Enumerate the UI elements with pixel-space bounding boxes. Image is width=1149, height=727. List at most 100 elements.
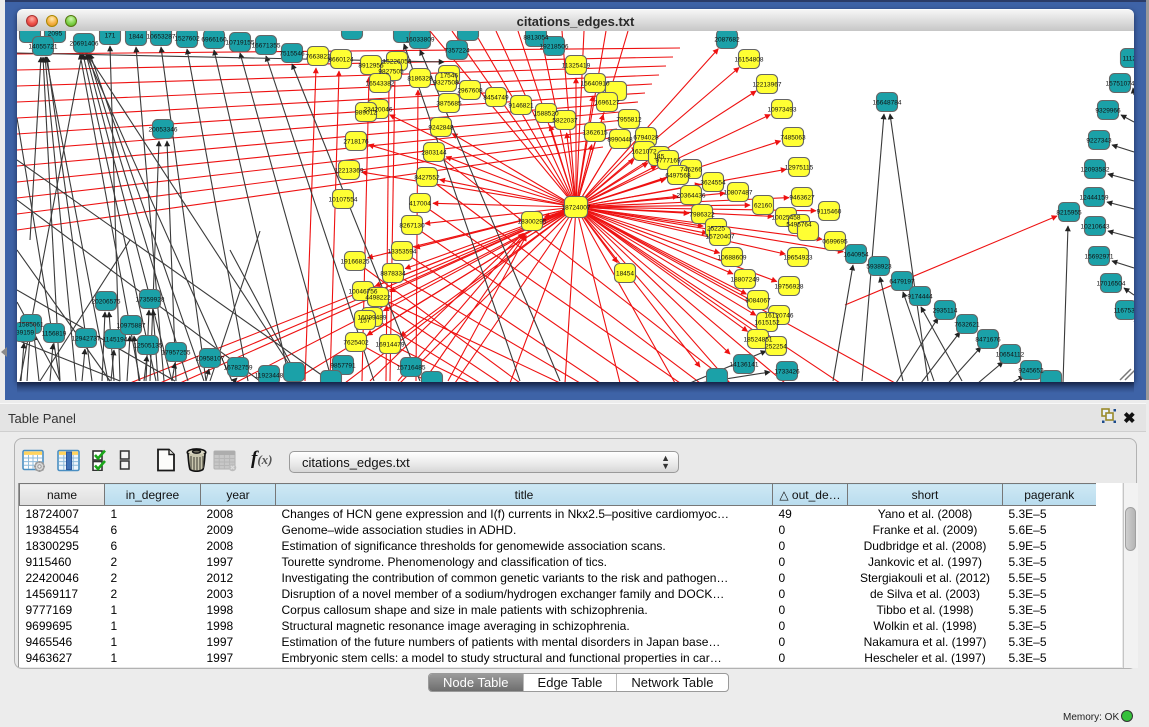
svg-text:252254: 252254 [765, 344, 787, 351]
svg-text:7663822: 7663822 [305, 54, 331, 61]
svg-text:12213967: 12213967 [753, 82, 782, 89]
svg-text:20691406: 20691406 [70, 41, 99, 48]
svg-text:3875685: 3875685 [436, 101, 462, 108]
svg-text:157: 157 [360, 318, 371, 325]
svg-text:8215955: 8215955 [1056, 210, 1082, 217]
svg-text:19166825: 19166825 [341, 259, 370, 266]
svg-text:7955812: 7955812 [616, 117, 642, 124]
svg-text:12213369: 12213369 [335, 168, 364, 175]
svg-text:15640910: 15640910 [581, 81, 610, 88]
svg-text:1362615: 1362615 [582, 130, 608, 137]
svg-text:25225: 25225 [707, 226, 725, 233]
svg-text:18807249: 18807249 [731, 277, 760, 284]
svg-text:10210643: 10210643 [1081, 224, 1110, 231]
svg-text:11325419: 11325419 [562, 63, 591, 70]
svg-text:15716485: 15716485 [397, 365, 426, 372]
svg-text:18524851: 18524851 [744, 337, 773, 344]
svg-text:8813054: 8813054 [523, 35, 549, 42]
svg-text:9827505: 9827505 [378, 69, 404, 76]
svg-text:9857791: 9857791 [330, 363, 356, 370]
svg-text:16154808: 16154808 [735, 57, 764, 64]
svg-text:16120746: 16120746 [765, 313, 794, 320]
svg-text:17359928: 17359928 [136, 297, 165, 304]
svg-text:15751074: 15751074 [1106, 81, 1134, 88]
svg-text:417004: 417004 [409, 201, 431, 208]
svg-text:16914479: 16914479 [376, 342, 405, 349]
svg-text:2087682: 2087682 [714, 37, 740, 44]
svg-text:7357224: 7357224 [444, 48, 470, 55]
svg-text:11923448: 11923448 [255, 373, 284, 380]
svg-text:9245652: 9245652 [1018, 368, 1044, 375]
svg-text:5822037: 5822037 [552, 118, 578, 125]
svg-text:9174444: 9174444 [907, 294, 933, 301]
svg-text:6794028: 6794028 [633, 135, 659, 142]
svg-text:12942737: 12942737 [72, 336, 101, 343]
svg-text:12093582: 12093582 [1081, 167, 1110, 174]
svg-text:12975115: 12975115 [785, 165, 814, 172]
svg-text:16033809: 16033809 [406, 37, 435, 44]
svg-text:10654112: 10654112 [996, 352, 1025, 359]
svg-text:7515546: 7515546 [279, 51, 305, 58]
svg-text:1588520: 1588520 [533, 111, 559, 118]
svg-text:9242848: 9242848 [428, 125, 454, 132]
svg-text:39159: 39159 [17, 330, 34, 337]
svg-text:9329966: 9329966 [1095, 108, 1121, 115]
svg-text:19218506: 19218506 [540, 44, 569, 51]
svg-text:989012: 989012 [355, 110, 377, 117]
svg-text:13353594: 13353594 [388, 249, 417, 256]
svg-text:15720407: 15720407 [706, 234, 735, 241]
svg-text:8878334: 8878334 [380, 271, 406, 278]
svg-text:7632621: 7632621 [954, 322, 980, 329]
svg-text:8990448: 8990448 [607, 137, 633, 144]
svg-text:10975887: 10975887 [117, 323, 146, 330]
svg-text:2967608: 2967608 [457, 88, 483, 95]
svg-text:1844: 1844 [129, 34, 144, 41]
svg-text:1527602: 1527602 [174, 36, 200, 43]
svg-text:10958107: 10958107 [196, 356, 225, 363]
svg-text:16782759: 16782759 [224, 365, 253, 372]
svg-text:9327508: 9327508 [433, 80, 459, 87]
svg-text:19654923: 19654923 [784, 255, 813, 262]
svg-text:8427552: 8427552 [414, 175, 440, 182]
svg-text:3624554: 3624554 [700, 180, 726, 187]
svg-text:7485063: 7485063 [780, 135, 806, 142]
svg-text:1156819: 1156819 [42, 331, 67, 338]
svg-text:14136141: 14136141 [730, 362, 759, 369]
svg-text:1640954: 1640954 [843, 252, 869, 259]
svg-text:9146821: 9146821 [508, 103, 534, 110]
svg-text:5938923: 5938923 [866, 264, 892, 271]
svg-text:18300295: 18300295 [518, 219, 547, 226]
svg-text:1167533: 1167533 [1114, 308, 1134, 315]
svg-text:17016504: 17016504 [1097, 281, 1126, 288]
svg-text:12444159: 12444159 [1080, 195, 1109, 202]
svg-text:9777169: 9777169 [655, 158, 681, 165]
svg-text:19756928: 19756928 [775, 284, 804, 291]
svg-text:1733426: 1733426 [774, 369, 800, 376]
svg-text:7625402: 7625402 [343, 340, 369, 347]
svg-text:15226058: 15226058 [383, 59, 412, 66]
svg-text:10719155: 10719155 [226, 40, 255, 47]
svg-text:8267130: 8267130 [399, 223, 425, 230]
svg-text:16648784: 16648784 [873, 100, 902, 107]
svg-text:6479197: 6479197 [889, 279, 915, 286]
svg-text:20053346: 20053346 [149, 127, 178, 134]
svg-text:9084067: 9084067 [745, 298, 771, 305]
svg-text:17546: 17546 [440, 73, 458, 80]
svg-text:5495764: 5495764 [786, 222, 812, 229]
svg-text:6966160: 6966160 [201, 37, 227, 44]
svg-text:16543382: 16543382 [366, 81, 395, 88]
svg-text:8471676: 8471676 [975, 337, 1001, 344]
svg-text:8660124: 8660124 [328, 57, 354, 64]
svg-text:10688609: 10688609 [718, 255, 747, 262]
svg-text:8186328: 8186328 [407, 76, 433, 83]
svg-text:16671355: 16671355 [252, 43, 281, 50]
svg-text:12505135: 12505135 [134, 343, 163, 350]
svg-text:8454749: 8454749 [483, 95, 509, 102]
svg-text:2803144: 2803144 [421, 150, 447, 157]
svg-text:10807487: 10807487 [724, 190, 753, 197]
svg-text:10973493: 10973493 [768, 107, 797, 114]
svg-text:1585061: 1585061 [18, 322, 44, 329]
svg-text:10653287: 10653287 [147, 34, 176, 41]
svg-text:17957255: 17957255 [162, 350, 191, 357]
svg-text:171: 171 [105, 33, 116, 40]
